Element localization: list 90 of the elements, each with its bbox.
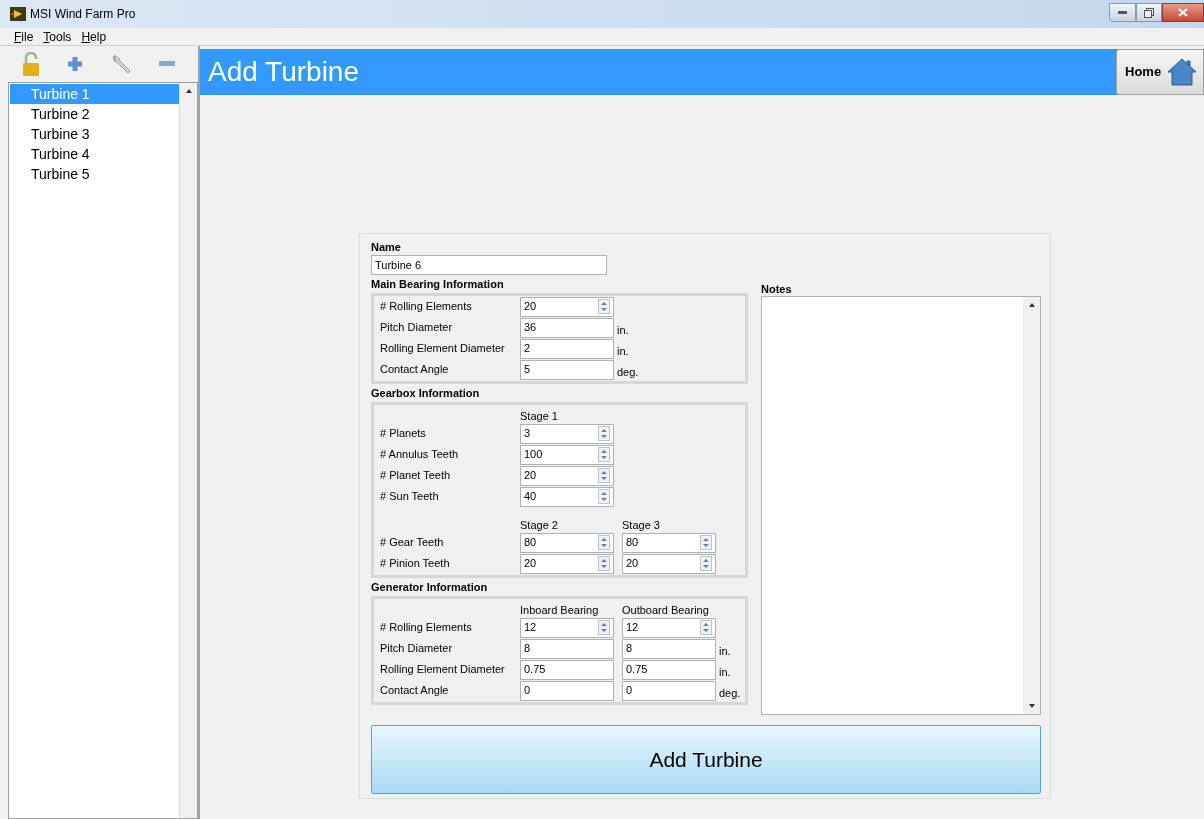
minus-icon[interactable] [158,61,175,67]
field-label: # Gear Teeth [380,535,445,551]
field-label: Pitch Diameter [380,320,454,336]
spinner-icon[interactable] [598,556,610,571]
number-field[interactable]: 40 [520,486,614,507]
turbine-item[interactable]: Turbine 5 [10,164,179,184]
spinner-icon[interactable] [700,535,712,550]
number-field[interactable]: 20 [520,296,614,317]
name-field[interactable]: Turbine 6 [371,255,607,275]
number-field[interactable]: 0 [622,680,716,701]
turbine-item[interactable]: Turbine 3 [10,124,179,144]
number-field[interactable]: 5 [520,359,614,380]
spinner-icon[interactable] [598,620,610,635]
unit-label: in. [617,322,629,338]
scroll-up-icon[interactable] [185,89,192,93]
number-field[interactable]: 12 [622,617,716,638]
number-field[interactable]: 36 [520,317,614,338]
minimize-button[interactable] [1109,3,1136,22]
notes-label: Notes [761,282,793,296]
scrollbar[interactable] [1023,297,1040,714]
number-field[interactable]: 80 [622,532,716,553]
field-label: # Rolling Elements [380,620,473,636]
number-field[interactable]: 0.75 [622,659,716,680]
field-label: # Rolling Elements [380,299,473,315]
column-heading: Stage 3 [622,518,661,532]
field-label: Contact Angle [380,683,450,699]
menu-item[interactable]: File [14,27,34,46]
notes-field[interactable] [761,296,1041,715]
spinner-icon[interactable] [598,426,610,441]
field-label: Rolling Element Diameter [380,341,506,357]
number-field[interactable]: 20 [520,465,614,486]
scrollbar[interactable] [179,83,197,818]
spinner-icon[interactable] [598,468,610,483]
field-label: # Sun Teeth [380,489,440,505]
unit-label: deg. [617,364,639,380]
plus-icon[interactable] [66,56,83,72]
restore-button[interactable] [1136,3,1162,22]
unit-label: deg. [719,685,741,701]
number-field[interactable]: 2 [520,338,614,359]
unlocked-padlock-icon[interactable] [21,52,40,76]
number-field[interactable]: 100 [520,444,614,465]
column-heading: Inboard Bearing [520,603,600,617]
field-label: Pitch Diameter [380,641,454,657]
number-field[interactable]: 80 [520,532,614,553]
spinner-icon[interactable] [700,556,712,571]
unit-label: in. [617,343,629,359]
column-heading: Stage 2 [520,518,559,532]
section-title: Main Bearing Information [371,277,505,292]
field-label: Contact Angle [380,362,450,378]
scroll-down-icon[interactable] [1028,704,1035,708]
spinner-icon[interactable] [598,535,610,550]
column-heading: Outboard Bearing [622,603,710,617]
field-label: # Planet Teeth [380,468,452,484]
field-label: Rolling Element Diameter [380,662,506,678]
section-title: Generator Information [371,580,489,595]
number-field[interactable]: 8 [622,638,716,659]
spinner-icon[interactable] [598,299,610,314]
number-field[interactable]: 0.75 [520,659,614,680]
turbine-item[interactable]: Turbine 2 [10,104,179,124]
number-field[interactable]: 20 [622,553,716,574]
number-field[interactable]: 3 [520,423,614,444]
home-button[interactable]: Home [1116,49,1204,95]
field-label: # Pinion Teeth [380,556,451,572]
add-turbine-button[interactable]: Add Turbine [371,725,1041,794]
scroll-up-icon[interactable] [1028,303,1035,307]
menu-item[interactable]: Tools [43,27,72,46]
number-field[interactable]: 12 [520,617,614,638]
page-title: Add Turbine [207,55,359,89]
field-label: Name [371,240,402,255]
number-field[interactable]: 8 [520,638,614,659]
restore-icon [1144,7,1154,18]
window-title: MSI Wind Farm Pro [30,6,136,23]
close-button[interactable] [1162,3,1204,22]
column-heading: Stage 1 [520,409,559,423]
turbine-item[interactable]: Turbine 4 [10,144,179,164]
section-title: Gearbox Information [371,386,481,401]
spinner-icon[interactable] [598,489,610,504]
spinner-icon[interactable] [598,447,610,462]
number-field[interactable]: 0 [520,680,614,701]
house-icon [1167,58,1198,86]
minimize-icon [1118,11,1127,14]
menu-item[interactable]: Help [81,27,107,46]
unit-label: in. [719,643,731,659]
close-icon [1178,8,1188,17]
spinner-icon[interactable] [700,620,712,635]
field-label: # Planets [380,426,427,442]
app-icon [10,7,26,21]
unit-label: in. [719,664,731,680]
number-field[interactable]: 20 [520,553,614,574]
field-label: # Annulus Teeth [380,447,460,463]
